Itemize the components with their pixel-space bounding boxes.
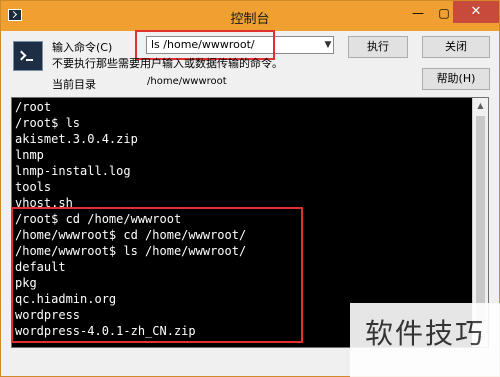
terminal-icon — [13, 41, 43, 71]
terminal-line: lnmp-install.log — [15, 164, 131, 178]
scroll-up-icon[interactable]: ▲ — [473, 98, 488, 114]
current-dir-label: 当前目录 — [52, 78, 96, 91]
close-button[interactable]: 关闭 — [422, 36, 490, 58]
command-label: 输入命令(C) — [52, 41, 113, 54]
help-button[interactable]: 帮助(H) — [422, 68, 490, 90]
chevron-down-icon[interactable]: ▼ — [322, 36, 334, 54]
current-dir-value: /home/wwwroot — [147, 76, 227, 87]
minimize-button[interactable]: — — [405, 3, 431, 23]
terminal-line: akismet.3.0.4.zip — [15, 132, 138, 146]
hint-text: 不要执行那些需要用户输入或数据传输的命令。 — [52, 57, 283, 70]
watermark: 软件技巧 — [350, 303, 500, 377]
scrollbar-thumb[interactable] — [476, 116, 485, 322]
terminal-line: lnmp — [15, 148, 44, 162]
terminal-line: /root — [15, 100, 52, 114]
output-highlight-box — [11, 207, 303, 343]
terminal-line: /root$ ls — [15, 116, 81, 130]
titlebar[interactable]: 控制台 — ▢ ✕ — [1, 1, 499, 31]
execute-button[interactable]: 执行 — [348, 36, 408, 58]
terminal-line: tools — [15, 180, 52, 194]
close-window-button[interactable]: ✕ — [453, 1, 499, 23]
